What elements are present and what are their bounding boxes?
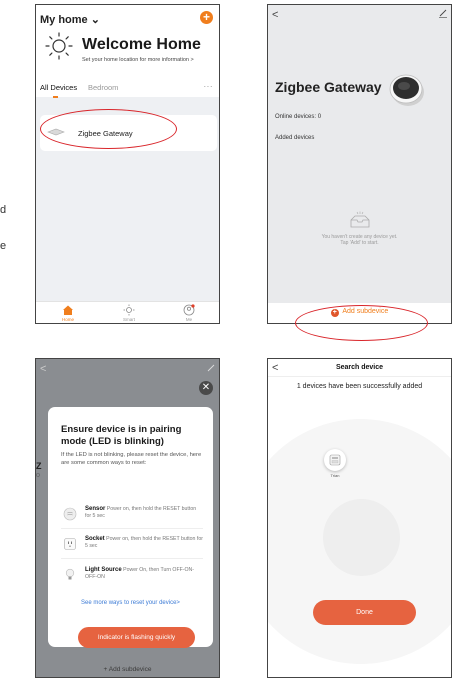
bulb-icon [65, 568, 75, 580]
obscured-title-fragment: Z [36, 461, 42, 471]
home-header: My home ⌄ + Welcome Home Set your home l… [36, 5, 219, 99]
dialog-description: If the LED is not blinking, please reset… [61, 452, 202, 466]
method-name: Socket [85, 536, 105, 542]
user-icon [183, 304, 195, 316]
room-tabs: All Devices Bedroom ··· [36, 82, 219, 99]
back-button[interactable]: < [272, 9, 278, 21]
gateway-title: Zigbee Gateway [275, 79, 382, 95]
home-selector[interactable]: My home ⌄ [40, 13, 100, 26]
method-text: Sensor Power on, then hold the RESET but… [85, 506, 203, 520]
home-screen: My home ⌄ + Welcome Home Set your home l… [35, 4, 220, 324]
method-name: Light Source [85, 567, 122, 573]
tutorial-page: d e My home ⌄ + Welcome Home Set your ho… [0, 0, 453, 694]
found-device-avatar[interactable] [324, 449, 346, 471]
empty-line: Tap 'Add' to start. [340, 240, 379, 246]
switch-device-icon [329, 454, 341, 466]
method-name: Sensor [85, 506, 106, 512]
reset-method-socket: Socket Power on, then hold the RESET but… [61, 531, 203, 559]
online-devices-count: Online devices: 0 [275, 114, 322, 120]
home-icon [63, 305, 73, 315]
highlight-oval [295, 305, 428, 341]
nav-label: Home [61, 317, 74, 322]
nav-home[interactable]: Home [48, 304, 88, 322]
gateway-detail-screen: < Zigbee Gateway Online devices: 0 Added… [267, 4, 452, 324]
reset-method-sensor: Sensor Power on, then hold the RESET but… [61, 501, 203, 529]
cropped-text-fragment: d [0, 204, 7, 216]
highlight-oval [40, 109, 177, 149]
done-button[interactable]: Done [313, 600, 416, 625]
more-reset-ways-link[interactable]: See more ways to reset your device> [48, 600, 213, 606]
close-button[interactable]: ✕ [199, 381, 213, 395]
nav-label: Smart [122, 317, 135, 322]
back-button[interactable]: < [40, 363, 46, 375]
pairing-mode-screen: < Z O ✕ Ensure device is in pairing mode… [35, 358, 220, 678]
search-header: < Search device [268, 359, 451, 377]
dialog-title: Ensure device is in pairing mode (LED is… [61, 424, 182, 447]
welcome-title: Welcome Home [82, 36, 201, 53]
gateway-device-image [389, 74, 424, 106]
search-radar-inner [323, 499, 400, 576]
sun-icon [45, 32, 73, 60]
set-location-link[interactable]: Set your home location for more informat… [82, 57, 194, 63]
tab-bedroom[interactable]: Bedroom [88, 83, 118, 92]
more-icon[interactable]: ··· [204, 82, 214, 91]
added-devices-heading: Added devices [275, 135, 315, 141]
nav-smart[interactable]: Smart [109, 304, 149, 322]
empty-box-icon [350, 211, 370, 228]
sun-icon [123, 304, 135, 316]
page-title: Search device [335, 364, 384, 371]
success-message: 1 devices have been successfully added [296, 383, 423, 390]
bottom-nav: Home Smart Me [36, 301, 219, 323]
add-device-button[interactable]: + [200, 11, 213, 24]
obscured-text-fragment: O [36, 473, 40, 479]
found-device-label: Trian [330, 473, 340, 478]
active-tab-indicator [53, 96, 58, 98]
method-text: Light Source Power On, then Turn OFF-ON-… [85, 567, 203, 581]
empty-state-message: You haven't create any device yet. Tap '… [268, 234, 451, 246]
nav-me[interactable]: Me [169, 304, 209, 322]
nav-label: Me [185, 317, 193, 322]
cropped-text-fragment: e [0, 240, 7, 252]
socket-icon [64, 538, 76, 550]
add-subdevice-button[interactable]: + Add subdevice [36, 666, 219, 673]
tab-all-devices[interactable]: All Devices [40, 83, 77, 92]
method-text: Socket Power on, then hold the RESET but… [85, 536, 203, 550]
pairing-dialog: Ensure device is in pairing mode (LED is… [48, 407, 213, 648]
edit-icon[interactable] [438, 8, 448, 18]
edit-icon[interactable] [206, 363, 216, 373]
search-device-screen: < Search device 1 devices have been succ… [267, 358, 452, 678]
indicator-flashing-button[interactable]: Indicator is flashing quickly [78, 627, 195, 648]
sensor-icon [63, 507, 77, 521]
reset-method-light-source: Light Source Power On, then Turn OFF-ON-… [61, 562, 203, 590]
